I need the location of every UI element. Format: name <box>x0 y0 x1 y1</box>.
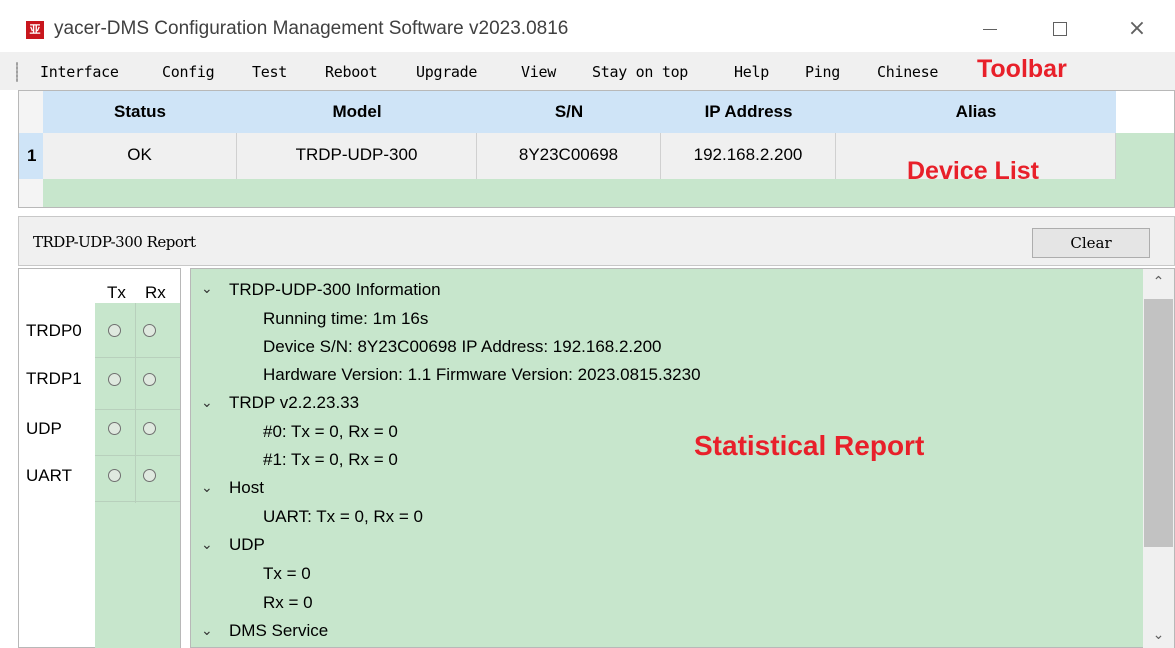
tree-item: UART: Tx = 0, Rx = 0 <box>263 507 423 526</box>
row-number[interactable]: 1 <box>19 133 43 179</box>
close-button[interactable]: × <box>1117 14 1157 44</box>
cell-status[interactable]: OK <box>43 133 237 179</box>
chevron-down-icon[interactable]: ⌄ <box>201 395 213 411</box>
maximize-button[interactable] <box>1040 14 1080 44</box>
tree-node-trdp[interactable]: TRDP v2.2.23.33 <box>229 393 359 413</box>
rx-led-indicator <box>143 324 156 337</box>
tree-node-info[interactable]: TRDP-UDP-300 Information <box>229 280 441 300</box>
tree-item: Rx = 0 <box>263 593 313 612</box>
chevron-down-icon[interactable]: ⌄ <box>201 623 213 639</box>
tree-node-udp[interactable]: UDP <box>229 535 265 555</box>
menu-ping[interactable]: Ping <box>805 63 840 81</box>
tree-item: Running time: 1m 16s <box>263 309 429 328</box>
toolbar-annotation: Toolbar <box>977 55 1067 83</box>
tx-led-indicator <box>108 469 121 482</box>
app-logo-icon: 亚 <box>26 21 44 39</box>
tx-led-indicator <box>108 422 121 435</box>
scroll-down-icon[interactable]: ⌄ <box>1143 622 1174 648</box>
rx-header: Rx <box>145 283 166 302</box>
column-ip[interactable]: IP Address <box>661 91 836 133</box>
tree-item: Hardware Version: 1.1 Firmware Version: … <box>263 365 701 384</box>
menu-view[interactable]: View <box>521 63 556 81</box>
tx-led-indicator <box>108 373 121 386</box>
report-title: TRDP-UDP-300 Report <box>33 233 196 251</box>
toolbar-grip-icon[interactable] <box>16 62 18 82</box>
table-corner <box>19 91 43 133</box>
table-empty-area <box>1116 133 1174 179</box>
device-list-annotation: Device List <box>907 157 1040 185</box>
minimize-button[interactable] <box>970 14 1010 44</box>
column-alias[interactable]: Alias <box>836 91 1116 133</box>
scroll-up-icon[interactable]: ⌃ <box>1143 269 1174 295</box>
column-model[interactable]: Model <box>237 91 477 133</box>
tx-led-indicator <box>108 324 121 337</box>
row-number-empty <box>19 179 43 207</box>
clear-button[interactable]: Clear <box>1032 228 1150 258</box>
minimize-icon <box>983 29 997 30</box>
column-sn[interactable]: S/N <box>477 91 661 133</box>
menu-chinese[interactable]: Chinese <box>877 63 938 81</box>
status-label-trdp1: TRDP1 <box>26 369 82 388</box>
close-icon: × <box>1127 16 1147 41</box>
menu-test[interactable]: Test <box>252 63 287 81</box>
rx-led-indicator <box>143 469 156 482</box>
cell-ip[interactable]: 192.168.2.200 <box>661 133 836 179</box>
tree-node-host[interactable]: Host <box>229 478 264 498</box>
title-bar: 亚 yacer-DMS Configuration Management Sof… <box>0 0 1175 52</box>
status-led-panel: Tx Rx TRDP0 TRDP1 UDP UART <box>18 268 181 648</box>
status-label-uart: UART <box>26 466 72 485</box>
chevron-down-icon[interactable]: ⌄ <box>201 281 213 297</box>
column-status[interactable]: Status <box>43 91 237 133</box>
tree-item: #1: Tx = 0, Rx = 0 <box>263 450 398 469</box>
tree-node-dms[interactable]: DMS Service <box>229 621 328 641</box>
vertical-scrollbar[interactable]: ⌃ ⌄ <box>1143 269 1174 648</box>
window-title: yacer-DMS Configuration Management Softw… <box>54 18 569 39</box>
maximize-icon <box>1053 22 1067 36</box>
tree-item: #0: Tx = 0, Rx = 0 <box>263 422 398 441</box>
chevron-down-icon[interactable]: ⌄ <box>201 480 213 496</box>
device-list-table: Status Model S/N IP Address Alias 1 OK T… <box>18 90 1175 208</box>
menu-config[interactable]: Config <box>162 63 215 81</box>
divider <box>95 501 180 502</box>
tree-item: Tx = 0 <box>263 564 311 583</box>
menu-help[interactable]: Help <box>734 63 769 81</box>
rx-led-indicator <box>143 422 156 435</box>
tx-header: Tx <box>107 283 126 302</box>
cell-sn[interactable]: 8Y23C00698 <box>477 133 661 179</box>
rx-led-indicator <box>143 373 156 386</box>
divider <box>135 303 136 503</box>
report-header: TRDP-UDP-300 Report Clear <box>18 216 1175 266</box>
cell-model[interactable]: TRDP-UDP-300 <box>237 133 477 179</box>
table-header: Status Model S/N IP Address Alias <box>43 91 1116 133</box>
status-label-udp: UDP <box>26 419 62 438</box>
divider <box>95 357 180 358</box>
divider <box>95 455 180 456</box>
divider <box>95 409 180 410</box>
chevron-down-icon[interactable]: ⌄ <box>201 537 213 553</box>
scroll-thumb[interactable] <box>1144 299 1173 547</box>
menu-upgrade[interactable]: Upgrade <box>416 63 477 81</box>
status-label-trdp0: TRDP0 <box>26 321 82 340</box>
report-annotation: Statistical Report <box>694 430 925 461</box>
menu-interface[interactable]: Interface <box>40 63 119 81</box>
statistical-report-tree[interactable]: ⌄ TRDP-UDP-300 Information Running time:… <box>190 268 1175 648</box>
menu-stay-on-top[interactable]: Stay on top <box>592 63 688 81</box>
menu-reboot[interactable]: Reboot <box>325 63 378 81</box>
tree-item: Device S/N: 8Y23C00698 IP Address: 192.1… <box>263 337 662 356</box>
